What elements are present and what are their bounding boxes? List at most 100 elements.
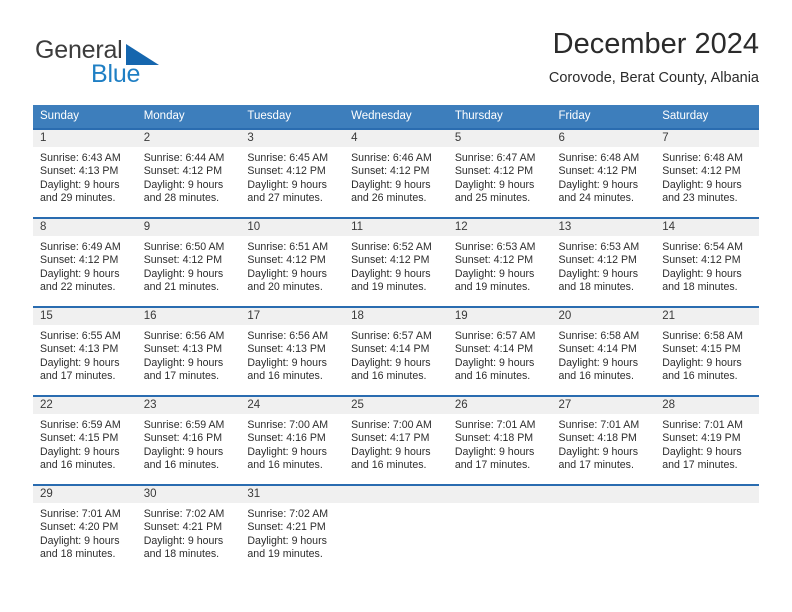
calendar-day-cell[interactable]: 16 Sunrise: 6:56 AM Sunset: 4:13 PM Dayligh… xyxy=(136,306,241,386)
day-number: 2 xyxy=(136,130,241,147)
day-details: Sunrise: 6:52 AM Sunset: 4:12 PM Daylight:… xyxy=(344,236,448,295)
day-number: 15 xyxy=(33,308,137,325)
week-spacer xyxy=(33,475,759,485)
calendar-day-cell[interactable]: 18 Sunrise: 6:57 AM Sunset: 4:14 PM Dayligh… xyxy=(344,306,448,386)
calendar-day-cell[interactable]: 5 Sunrise: 6:47 AM Sunset: 4:12 PM Daylight… xyxy=(447,128,552,208)
calendar-day-cell[interactable]: 22 Sunrise: 6:59 AM Sunset: 4:15 PM Dayligh… xyxy=(33,395,137,475)
calendar-day-cell[interactable]: 4 Sunrise: 6:46 AM Sunset: 4:12 PM Daylight… xyxy=(344,128,448,208)
calendar-day-cell[interactable]: 24 Sunrise: 7:00 AM Sunset: 4:16 PM Dayligh… xyxy=(240,395,345,475)
daylight-text-line1: Daylight: 9 hours xyxy=(662,178,742,191)
daylight-text-line2: and 18 minutes. xyxy=(662,281,738,294)
daylight-text-line2: and 16 minutes. xyxy=(351,370,427,383)
sunset-text: Sunset: 4:21 PM xyxy=(247,521,326,534)
sunset-text: Sunset: 4:12 PM xyxy=(247,165,326,178)
page-subtitle: Corovode, Berat County, Albania xyxy=(548,70,759,86)
calendar-day-cell[interactable]: 23 Sunrise: 6:59 AM Sunset: 4:16 PM Dayligh… xyxy=(136,395,241,475)
day-number: 23 xyxy=(136,397,241,414)
day-details: Sunrise: 6:59 AM Sunset: 4:15 PM Daylight:… xyxy=(33,414,137,473)
sunset-text: Sunset: 4:21 PM xyxy=(143,521,223,534)
daylight-text-line2: and 27 minutes. xyxy=(247,192,323,205)
calendar-day-cell[interactable]: 7 Sunrise: 6:48 AM Sunset: 4:12 PM Daylight… xyxy=(655,128,759,208)
calendar-day-cell[interactable]: 31 Sunrise: 7:02 AM Sunset: 4:21 PM Dayligh… xyxy=(240,484,345,564)
daylight-text-line1: Daylight: 9 hours xyxy=(662,267,742,280)
sunrise-text: Sunrise: 6:45 AM xyxy=(247,152,329,164)
daylight-text-line2: and 28 minutes. xyxy=(143,192,220,205)
day-number: 30 xyxy=(136,486,241,503)
calendar-day-cell[interactable]: 12 Sunrise: 6:53 AM Sunset: 4:12 PM Dayligh… xyxy=(447,217,552,297)
daylight-text-line2: and 18 minutes. xyxy=(40,548,116,561)
daylight-text-line2: and 19 minutes. xyxy=(454,281,531,294)
day-details: Sunrise: 7:01 AM Sunset: 4:20 PM Daylight:… xyxy=(33,503,137,562)
calendar-day-cell[interactable]: 8 Sunrise: 6:49 AM Sunset: 4:12 PM Daylight… xyxy=(33,217,137,297)
daylight-text-line1: Daylight: 9 hours xyxy=(351,356,431,369)
day-details: Sunrise: 6:45 AM Sunset: 4:12 PM Daylight:… xyxy=(240,147,344,206)
sunset-text: Sunset: 4:12 PM xyxy=(143,254,223,267)
day-number: 4 xyxy=(344,130,448,147)
calendar-day-cell[interactable]: 6 Sunrise: 6:48 AM Sunset: 4:12 PM Daylight… xyxy=(551,128,656,208)
daylight-text-line2: and 16 minutes. xyxy=(247,459,323,472)
daylight-text-line2: and 18 minutes. xyxy=(143,548,220,561)
sunset-text: Sunset: 4:12 PM xyxy=(454,165,534,178)
sunrise-text: Sunrise: 6:54 AM xyxy=(662,241,743,253)
calendar-day-cell[interactable]: 10 Sunrise: 6:51 AM Sunset: 4:12 PM Dayligh… xyxy=(240,217,345,297)
sunset-text: Sunset: 4:12 PM xyxy=(143,165,223,178)
daylight-text-line1: Daylight: 9 hours xyxy=(558,267,639,280)
daylight-text-line1: Daylight: 9 hours xyxy=(143,178,224,191)
day-number: 26 xyxy=(447,397,552,414)
calendar-day-cell[interactable]: 13 Sunrise: 6:53 AM Sunset: 4:12 PM Dayligh… xyxy=(551,217,656,297)
calendar-day-cell[interactable]: 19 Sunrise: 6:57 AM Sunset: 4:14 PM Dayligh… xyxy=(447,306,552,386)
daylight-text-line2: and 16 minutes. xyxy=(351,459,427,472)
day-number: 1 xyxy=(33,130,137,147)
daylight-text-line1: Daylight: 9 hours xyxy=(662,356,742,369)
daylight-text-line2: and 29 minutes. xyxy=(40,192,116,205)
daylight-text-line1: Daylight: 9 hours xyxy=(454,267,535,280)
calendar-day-cell[interactable]: 21 Sunrise: 6:58 AM Sunset: 4:15 PM Dayligh… xyxy=(655,306,759,386)
calendar-day-cell[interactable]: 3 Sunrise: 6:45 AM Sunset: 4:12 PM Daylight… xyxy=(240,128,345,208)
day-number: 29 xyxy=(33,486,137,503)
day-details: Sunrise: 6:46 AM Sunset: 4:12 PM Daylight:… xyxy=(344,147,448,206)
sunrise-text: Sunrise: 6:46 AM xyxy=(351,152,432,164)
page-title: December 2024 xyxy=(552,28,759,60)
calendar-day-cell[interactable]: 20 Sunrise: 6:58 AM Sunset: 4:14 PM Dayligh… xyxy=(551,306,656,386)
sunset-text: Sunset: 4:13 PM xyxy=(143,343,223,356)
calendar-day-cell[interactable]: 14 Sunrise: 6:54 AM Sunset: 4:12 PM Dayligh… xyxy=(655,217,759,297)
daylight-text-line1: Daylight: 9 hours xyxy=(40,445,120,458)
daylight-text-line2: and 17 minutes. xyxy=(662,459,738,472)
calendar-day-cell[interactable]: 28 Sunrise: 7:01 AM Sunset: 4:19 PM Dayligh… xyxy=(655,395,759,475)
week-spacer-cell xyxy=(33,475,759,485)
calendar-week-row: 22 Sunrise: 6:59 AM Sunset: 4:15 PM Dayligh… xyxy=(33,395,759,475)
calendar-day-cell[interactable]: 17 Sunrise: 6:56 AM Sunset: 4:13 PM Dayligh… xyxy=(240,306,345,386)
calendar-day-cell[interactable]: 15 Sunrise: 6:55 AM Sunset: 4:13 PM Dayligh… xyxy=(33,306,137,386)
day-details: Sunrise: 6:59 AM Sunset: 4:16 PM Daylight:… xyxy=(137,414,241,473)
calendar-day-cell[interactable]: 26 Sunrise: 7:01 AM Sunset: 4:18 PM Dayligh… xyxy=(447,395,552,475)
daylight-text-line1: Daylight: 9 hours xyxy=(40,356,120,369)
day-details: Sunrise: 6:44 AM Sunset: 4:12 PM Daylight:… xyxy=(137,147,241,206)
sunrise-text: Sunrise: 6:56 AM xyxy=(247,330,329,342)
daylight-text-line2: and 16 minutes. xyxy=(143,459,220,472)
daylight-text-line1: Daylight: 9 hours xyxy=(143,267,224,280)
calendar-week-row: 29 Sunrise: 7:01 AM Sunset: 4:20 PM Dayligh… xyxy=(33,484,759,564)
daylight-text-line1: Daylight: 9 hours xyxy=(454,445,535,458)
general-blue-logo[interactable]: General Blue xyxy=(33,30,253,90)
logo-text-blue: Blue xyxy=(91,60,141,88)
day-details: Sunrise: 6:55 AM Sunset: 4:13 PM Daylight:… xyxy=(33,325,137,384)
calendar-table: Sunday Monday Tuesday Wednesday Thursday… xyxy=(33,105,759,564)
day-details: Sunrise: 6:49 AM Sunset: 4:12 PM Daylight:… xyxy=(33,236,137,295)
calendar-day-cell[interactable]: 25 Sunrise: 7:00 AM Sunset: 4:17 PM Dayligh… xyxy=(344,395,448,475)
calendar-day-cell[interactable]: 30 Sunrise: 7:02 AM Sunset: 4:21 PM Dayligh… xyxy=(136,484,241,564)
calendar-day-cell[interactable]: 9 Sunrise: 6:50 AM Sunset: 4:12 PM Daylight… xyxy=(136,217,241,297)
day-number: 16 xyxy=(136,308,241,325)
day-number: 12 xyxy=(447,219,552,236)
daylight-text-line2: and 17 minutes. xyxy=(558,459,634,472)
daylight-text-line2: and 17 minutes. xyxy=(40,370,116,383)
calendar-day-cell[interactable]: 27 Sunrise: 7:01 AM Sunset: 4:18 PM Dayligh… xyxy=(551,395,656,475)
sunset-text: Sunset: 4:13 PM xyxy=(40,343,119,356)
day-details: Sunrise: 6:53 AM Sunset: 4:12 PM Daylight:… xyxy=(448,236,552,295)
day-details: Sunrise: 7:00 AM Sunset: 4:17 PM Daylight:… xyxy=(344,414,448,473)
calendar-day-cell[interactable]: 2 Sunrise: 6:44 AM Sunset: 4:12 PM Daylight… xyxy=(136,128,241,208)
calendar-day-cell[interactable]: 29 Sunrise: 7:01 AM Sunset: 4:20 PM Dayligh… xyxy=(33,484,137,564)
calendar-day-cell[interactable]: 11 Sunrise: 6:52 AM Sunset: 4:12 PM Dayligh… xyxy=(344,217,448,297)
sunset-text: Sunset: 4:15 PM xyxy=(662,343,741,356)
calendar-page: General Blue December 2024 Corovode, Ber… xyxy=(0,0,792,612)
calendar-day-cell[interactable]: 1 Sunrise: 6:43 AM Sunset: 4:13 PM Daylight… xyxy=(33,128,137,208)
